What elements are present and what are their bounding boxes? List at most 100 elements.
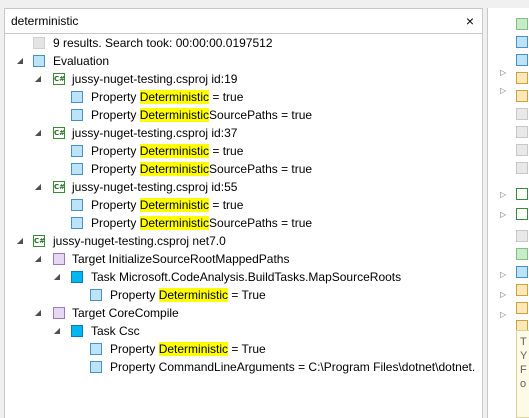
tree-node-project[interactable]: ◢ C# jussy-nuget-testing.csproj id:55 [5, 178, 475, 196]
collapsed-arrow-icon[interactable]: ▷ [500, 210, 506, 219]
expand-arrow-icon[interactable]: ◢ [15, 52, 25, 70]
node-label: Evaluation [53, 54, 110, 68]
tree-node-evaluation[interactable]: ◢ Evaluation [5, 52, 475, 70]
note-line: o [520, 378, 527, 390]
tree-node-target[interactable]: ◢ Target InitializeSourceRootMappedPaths [5, 250, 475, 268]
node-label: Property DeterministicSourcePaths = true [91, 108, 313, 122]
search-input[interactable] [5, 9, 461, 33]
csharp-project-icon: C# [33, 235, 46, 247]
right-tree-pane[interactable]: ▷ ▷ ▷ ▷ ▷ ▷ ▷ T Y F o [487, 8, 529, 418]
node-label: Property Deterministic = true [91, 198, 244, 212]
collapsed-arrow-icon[interactable]: ▷ [500, 290, 506, 299]
tree-node-target[interactable]: ◢ Target CoreCompile [5, 304, 475, 322]
tree-node-property[interactable]: Property Deterministic = true [5, 196, 475, 214]
item-icon [516, 230, 528, 242]
tree-node-property[interactable]: Property Deterministic = True [5, 340, 475, 358]
expand-arrow-icon[interactable]: ◢ [52, 322, 62, 340]
node-label: Property DeterministicSourcePaths = true [91, 162, 313, 176]
collapsed-arrow-icon[interactable]: ▷ [500, 310, 506, 319]
expand-arrow-icon[interactable]: ◢ [33, 70, 43, 88]
expand-arrow-icon[interactable]: ◢ [33, 304, 43, 322]
property-icon [71, 91, 83, 103]
node-label: jussy-nuget-testing.csproj net7.0 [53, 234, 226, 248]
folder-icon [516, 72, 528, 84]
node-label: Task Microsoft.CodeAnalysis.BuildTasks.M… [91, 270, 402, 284]
item-icon [516, 144, 528, 156]
tree-node-build-project[interactable]: ◢ C# jussy-nuget-testing.csproj net7.0 [5, 232, 475, 250]
node-label: Target InitializeSourceRootMappedPaths [72, 252, 290, 266]
property-icon [90, 289, 102, 301]
note-line: Y [520, 350, 528, 362]
csharp-project-icon: C# [53, 127, 66, 139]
search-box[interactable]: × [4, 8, 483, 34]
tree-node-project[interactable]: ◢ C# jussy-nuget-testing.csproj id:19 [5, 70, 475, 88]
match-highlight: Deterministic [139, 198, 210, 212]
node-label: jussy-nuget-testing.csproj id:37 [72, 126, 238, 140]
csharp-project-icon [516, 208, 528, 220]
tree-node-project[interactable]: ◢ C# jussy-nuget-testing.csproj id:37 [5, 124, 475, 142]
node-label: Property Deterministic = true [91, 90, 244, 104]
node-label: Property Deterministic = true [91, 144, 244, 158]
collapsed-arrow-icon[interactable]: ▷ [500, 86, 506, 95]
csharp-project-icon: C# [53, 181, 66, 193]
search-summary: 9 results. Search took: 00:00:00.0197512 [53, 36, 273, 50]
property-icon [71, 199, 83, 211]
match-highlight: Deterministic [158, 288, 229, 302]
match-highlight: Deterministic [139, 108, 210, 122]
node-label: Target CoreCompile [72, 306, 179, 320]
property-icon [90, 361, 102, 373]
clear-search-icon[interactable]: × [462, 12, 478, 30]
note-icon [33, 37, 45, 49]
collapsed-arrow-icon[interactable]: ▷ [500, 190, 506, 199]
target-icon [53, 307, 65, 319]
match-highlight: Deterministic [139, 216, 210, 230]
node-label: Property Deterministic = True [110, 288, 266, 302]
note-panel: T Y F o [516, 330, 529, 418]
folder-icon [33, 55, 45, 67]
expand-arrow-icon[interactable]: ◢ [15, 232, 25, 250]
tree-node-property[interactable]: Property Deterministic = true [5, 142, 475, 160]
collapsed-arrow-icon[interactable]: ▷ [500, 68, 506, 77]
folder-icon [516, 284, 528, 296]
node-label: Property Deterministic = True [110, 342, 266, 356]
property-icon [71, 109, 83, 121]
folder-icon [516, 54, 528, 66]
expand-arrow-icon[interactable]: ◢ [33, 250, 43, 268]
property-icon [71, 217, 83, 229]
match-highlight: Deterministic [139, 162, 210, 176]
csharp-project-icon [516, 188, 528, 200]
expand-arrow-icon[interactable]: ◢ [33, 178, 43, 196]
csharp-project-icon: C# [53, 73, 66, 85]
node-label: jussy-nuget-testing.csproj id:55 [72, 180, 238, 194]
tree-node-task[interactable]: ◢ Task Microsoft.CodeAnalysis.BuildTasks… [5, 268, 480, 286]
expand-arrow-icon[interactable]: ◢ [52, 268, 62, 286]
item-icon [516, 18, 528, 30]
item-icon [516, 248, 528, 260]
folder-icon [516, 90, 528, 102]
note-line: T [520, 336, 527, 348]
search-summary-row: 9 results. Search took: 00:00:00.0197512 [5, 34, 475, 52]
node-label: Task Csc [91, 324, 140, 338]
tree-node-property[interactable]: Property DeterministicSourcePaths = true [5, 106, 475, 124]
tree-node-property[interactable]: Property DeterministicSourcePaths = true [5, 160, 475, 178]
folder-icon [516, 266, 528, 278]
expand-arrow-icon[interactable]: ◢ [33, 124, 43, 142]
property-icon [71, 145, 83, 157]
tree-node-property[interactable]: Property Deterministic = True [5, 286, 475, 304]
tree-node-property[interactable]: Property CommandLineArguments = C:\Progr… [5, 358, 479, 376]
folder-icon [516, 36, 528, 48]
task-icon [71, 271, 83, 283]
node-label: Property DeterministicSourcePaths = true [91, 216, 313, 230]
tree-node-task[interactable]: ◢ Task Csc [5, 322, 475, 340]
tree-node-property[interactable]: Property Deterministic = true [5, 88, 475, 106]
results-tree[interactable]: 9 results. Search took: 00:00:00.0197512… [4, 34, 483, 418]
folder-icon [516, 302, 528, 314]
collapsed-arrow-icon[interactable]: ▷ [500, 270, 506, 279]
task-icon [71, 325, 83, 337]
node-label: Property CommandLineArguments = C:\Progr… [110, 360, 476, 374]
item-icon [516, 126, 528, 138]
tree-node-property[interactable]: Property DeterministicSourcePaths = true [5, 214, 475, 232]
match-highlight: Deterministic [139, 144, 210, 158]
target-icon [53, 253, 65, 265]
match-highlight: Deterministic [158, 342, 229, 356]
